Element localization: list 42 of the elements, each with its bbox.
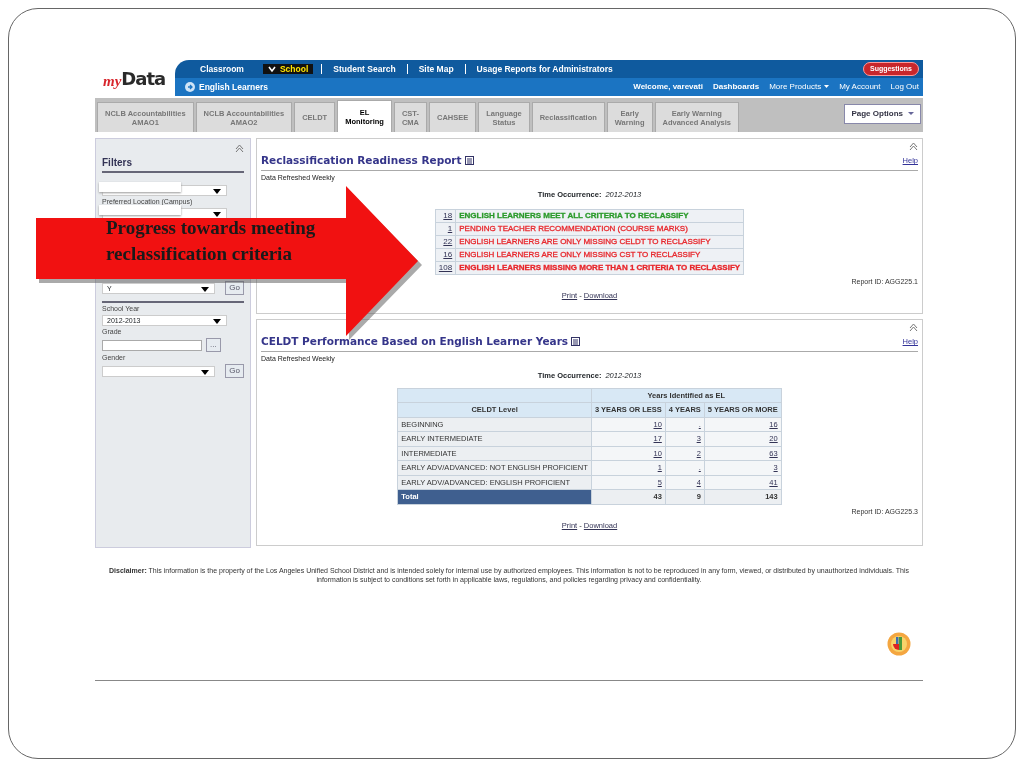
criteria-text: PENDING TEACHER RECOMMENDATION (COURSE MARKS) — [459, 223, 688, 233]
collapse-icon[interactable] — [235, 143, 244, 153]
page-options-button[interactable]: Page Options — [844, 104, 921, 124]
arrow-circle-icon[interactable] — [185, 82, 195, 92]
report-title: Reclassification Readiness Report — [261, 153, 462, 168]
lookup-button[interactable]: ... — [206, 338, 221, 352]
callout-text: Progress towards meeting reclassification criteria — [106, 216, 316, 266]
logo[interactable]: myData — [95, 60, 175, 98]
section-title: English Learners — [199, 80, 268, 94]
collapse-icon[interactable] — [909, 141, 918, 151]
collapse-icon[interactable] — [909, 322, 918, 332]
criteria-text: ENGLISH LEARNERS MEET ALL CRITERIA TO RECLASSIFY — [459, 210, 689, 220]
chevron-icon — [267, 65, 276, 73]
nav-link[interactable]: Student Search — [321, 64, 407, 74]
welcome-text: Welcome, varevati — [633, 81, 703, 93]
caret-icon — [213, 189, 221, 194]
filters-title: Filters — [102, 155, 244, 173]
nav-link[interactable]: Classroom — [189, 64, 255, 74]
caret-icon — [213, 319, 221, 324]
input-field[interactable] — [102, 339, 202, 351]
caret-icon — [824, 84, 830, 90]
seal-icon — [887, 632, 911, 656]
go-button[interactable]: Go — [225, 281, 244, 295]
caret-icon — [201, 286, 210, 292]
dropdown-field[interactable] — [102, 185, 227, 196]
list-icon[interactable] — [464, 156, 474, 166]
user-link[interactable]: My Account — [839, 81, 881, 93]
user-link[interactable]: More Products — [769, 81, 830, 93]
caret-icon — [908, 111, 914, 117]
user-link[interactable]: Log Out — [890, 81, 919, 93]
nav-link[interactable]: School — [262, 64, 314, 74]
report-title: CELDT Performance Based on English Learner Years — [261, 334, 569, 349]
user-link[interactable]: Dashboards — [712, 81, 760, 93]
nav-link[interactable]: Usage Reports for Administrators — [464, 64, 624, 74]
criteria-text: ENGLISH LEARNERS ARE ONLY MISSING CST TO RECLASSIFY — [459, 249, 701, 259]
list-icon[interactable] — [571, 337, 581, 347]
criteria-text: ENGLISH LEARNERS ARE ONLY MISSING CELDT TO RECLASSIFY — [459, 236, 711, 246]
nav-link[interactable]: Site Map — [406, 64, 465, 74]
caret-icon — [201, 369, 210, 375]
go-button[interactable]: Go — [225, 364, 244, 378]
dropdown-field[interactable] — [102, 365, 216, 377]
criteria-text: ENGLISH LEARNERS MISSING MORE THAN 1 CRITERIA TO RECLASSIFY — [459, 262, 741, 272]
